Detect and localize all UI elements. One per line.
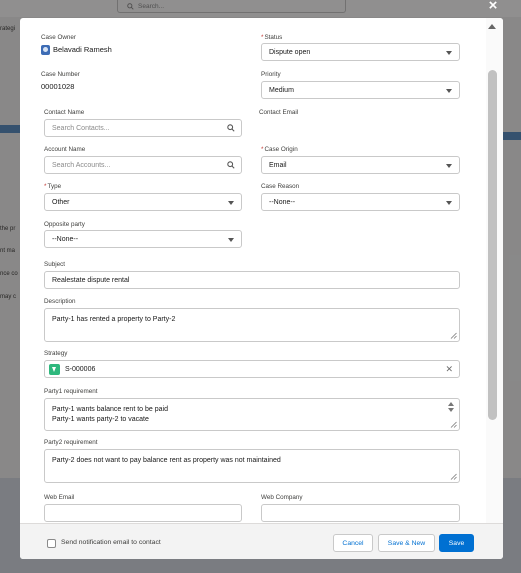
chevron-down-icon: [446, 201, 452, 205]
scrollbar-thumb[interactable]: [488, 70, 497, 420]
party2-requirement-label: Party2 requirement: [44, 439, 98, 446]
textarea-scroll-arrows-icon[interactable]: [448, 402, 455, 416]
scroll-up-icon[interactable]: [488, 24, 496, 29]
subject-input[interactable]: Realestate dispute rental: [44, 271, 460, 289]
case-origin-select[interactable]: Email: [261, 156, 460, 174]
contact-name-label: Contact Name: [44, 109, 85, 116]
description-label: Description: [44, 298, 76, 305]
party1-requirement-label: Party1 requirement: [44, 388, 98, 395]
strategy-icon: [49, 364, 60, 375]
account-search-input[interactable]: Search Accounts...: [44, 156, 242, 174]
notify-contact-checkbox[interactable]: [47, 539, 56, 548]
case-number-value: 00001028: [41, 82, 75, 91]
party2-requirement-value: Party-2 does not want to pay balance ren…: [52, 457, 281, 464]
cancel-button[interactable]: Cancel: [333, 534, 373, 552]
save-and-new-button[interactable]: Save & New: [378, 534, 435, 552]
type-select[interactable]: Other: [44, 193, 242, 211]
notify-contact-label: Send notification email to contact: [61, 539, 161, 546]
case-origin-label: *Case Origin: [261, 146, 298, 153]
strategy-label: Strategy: [44, 350, 68, 357]
subject-value: Realestate dispute rental: [52, 276, 130, 284]
search-icon: [227, 161, 235, 169]
resize-handle-icon[interactable]: [450, 421, 457, 428]
case-origin-value: Email: [269, 161, 287, 169]
clear-icon[interactable]: ✕: [445, 364, 453, 375]
chevron-down-icon: [446, 164, 452, 168]
priority-value: Medium: [269, 86, 294, 94]
opposite-party-label: Opposite party: [44, 221, 85, 228]
opposite-party-select[interactable]: --None--: [44, 230, 242, 248]
modal-footer: Send notification email to contact Cance…: [20, 523, 503, 559]
web-email-label: Web Email: [44, 494, 75, 501]
strategy-lookup[interactable]: S-000006 ✕: [44, 360, 460, 378]
status-select[interactable]: Dispute open: [261, 43, 460, 61]
case-reason-value: --None--: [269, 198, 296, 206]
priority-label: Priority: [261, 71, 281, 78]
party2-requirement-textarea[interactable]: Party-2 does not want to pay balance ren…: [44, 449, 460, 483]
type-value: Other: [52, 198, 70, 206]
description-value: Party-1 has rented a property to Party-2: [52, 316, 176, 323]
contact-search-placeholder: Search Contacts...: [52, 124, 110, 132]
party1-requirement-line: Party-1 wants balance rent to be paid: [52, 406, 168, 413]
chevron-down-icon: [228, 238, 234, 242]
case-reason-select[interactable]: --None--: [261, 193, 460, 211]
case-number-label: Case Number: [41, 71, 80, 78]
strategy-value: S-000006: [65, 365, 96, 373]
description-textarea[interactable]: Party-1 has rented a property to Party-2: [44, 308, 460, 342]
account-search-placeholder: Search Accounts...: [52, 161, 111, 169]
party1-requirement-textarea[interactable]: Party-1 wants balance rent to be paid Pa…: [44, 398, 460, 431]
modal-body: Case Owner Belavadi Ramesh *Status Dispu…: [20, 18, 503, 523]
chevron-down-icon: [228, 201, 234, 205]
opposite-party-value: --None--: [52, 235, 79, 243]
status-label: *Status: [261, 34, 283, 41]
case-owner-label: Case Owner: [41, 34, 76, 41]
new-case-modal: Case Owner Belavadi Ramesh *Status Dispu…: [20, 18, 503, 559]
close-icon[interactable]: ×: [484, 0, 502, 13]
search-icon: [227, 124, 235, 132]
web-email-input[interactable]: [44, 504, 242, 522]
contact-search-input[interactable]: Search Contacts...: [44, 119, 242, 137]
party1-requirement-line: Party-1 wants party-2 to vacate: [52, 415, 149, 423]
case-reason-label: Case Reason: [261, 183, 300, 190]
user-icon: [41, 45, 50, 55]
subject-label: Subject: [44, 261, 66, 268]
type-label: *Type: [44, 183, 62, 190]
web-company-input[interactable]: [261, 504, 460, 522]
account-name-label: Account Name: [44, 146, 86, 153]
web-company-label: Web Company: [261, 494, 303, 501]
contact-email-label: Contact Email: [259, 109, 299, 116]
chevron-down-icon: [446, 89, 452, 93]
case-owner-value[interactable]: Belavadi Ramesh: [53, 45, 112, 54]
chevron-down-icon: [446, 51, 452, 55]
save-button[interactable]: Save: [439, 534, 474, 552]
priority-select[interactable]: Medium: [261, 81, 460, 99]
status-value: Dispute open: [269, 48, 311, 56]
resize-handle-icon[interactable]: [450, 473, 457, 480]
resize-handle-icon[interactable]: [450, 332, 457, 339]
